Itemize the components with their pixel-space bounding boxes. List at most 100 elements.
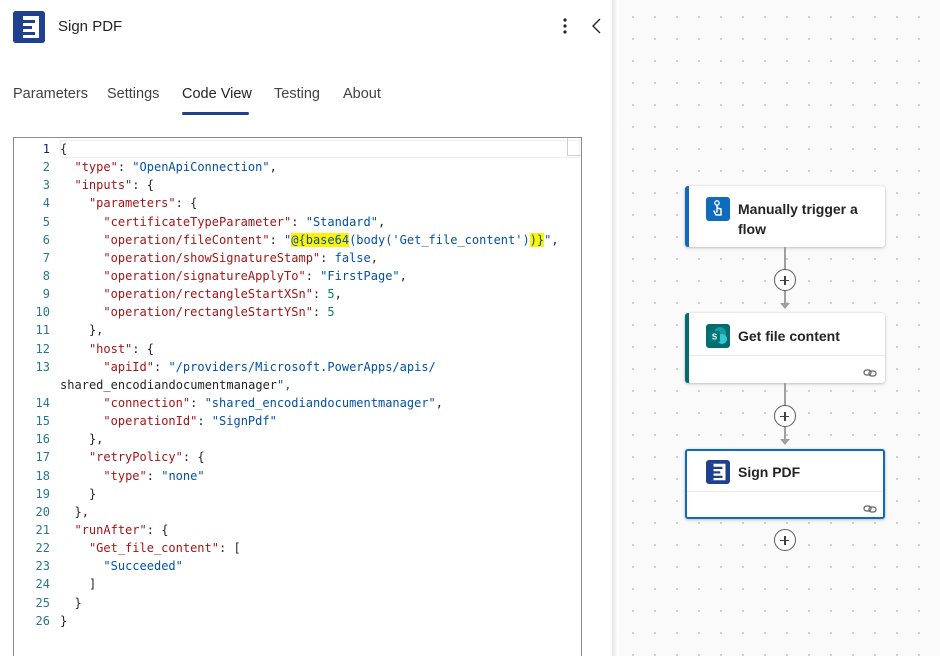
code-line: 4 "parameters": { — [14, 194, 569, 212]
active-tab-indicator — [182, 112, 249, 115]
line-number: 15 — [35, 414, 50, 429]
tab-settings[interactable]: Settings — [107, 86, 159, 102]
code-text: shared_encodiandocumentmanager", — [60, 377, 292, 392]
code-line: 9 "operation/rectangleStartXSn": 5, — [14, 285, 569, 303]
connector-line — [784, 247, 786, 270]
code-text: "operationId": "SignPdf" — [103, 414, 277, 429]
code-line: 26} — [14, 612, 569, 630]
line-number: 18 — [35, 468, 50, 483]
line-number: 20 — [35, 504, 50, 519]
flow-card-sign-pdf[interactable]: Sign PDF — [685, 449, 885, 519]
plus-circle-icon[interactable] — [774, 405, 796, 427]
plus-circle-icon[interactable] — [774, 529, 796, 551]
code-text: "Get_file_content": [ — [88, 541, 241, 556]
code-line: 10 "operation/rectangleStartYSn": 5 — [14, 303, 569, 321]
sharepoint-icon: S — [706, 324, 730, 348]
line-number: 10 — [35, 305, 50, 320]
code-editor[interactable]: 1{2 "type": "OpenApiConnection", 3 "input… — [13, 137, 582, 656]
code-text: } — [88, 486, 97, 501]
code-line: 19 } — [14, 485, 569, 503]
line-number: 8 — [42, 268, 50, 283]
tab-about[interactable]: About — [343, 86, 381, 102]
line-number: 16 — [35, 432, 50, 447]
line-number: 25 — [35, 595, 50, 610]
editor-scrollbar[interactable] — [567, 138, 581, 156]
card-accent — [685, 313, 689, 383]
card-title: Sign PDF — [738, 464, 801, 480]
code-line: 24 ] — [14, 575, 569, 593]
code-line: 5 "certificateTypeParameter": "Standard"… — [14, 213, 569, 231]
code-text: "host": { — [88, 341, 154, 356]
line-number: 26 — [35, 613, 50, 628]
line-number: 7 — [42, 250, 50, 265]
code-text: "operation/fileContent": "@{base64(body(… — [103, 232, 559, 247]
line-number: 5 — [42, 214, 50, 229]
line-number: 22 — [35, 541, 50, 556]
line-number: 23 — [35, 559, 50, 574]
code-line: 16 }, — [14, 430, 569, 448]
code-line: 2 "type": "OpenApiConnection", — [14, 158, 569, 176]
more-vertical-icon — [563, 18, 567, 34]
line-number: 21 — [35, 522, 50, 537]
line-number: 6 — [42, 232, 50, 247]
code-line: 7 "operation/showSignatureStamp": false, — [14, 249, 569, 267]
tab-testing[interactable]: Testing — [274, 86, 320, 102]
code-line: 6 "operation/fileContent": "@{base64(bod… — [14, 231, 569, 249]
code-text: } — [60, 613, 68, 628]
card-title: Get file content — [738, 328, 840, 344]
code-text: "type": "none" — [103, 468, 205, 483]
line-number: 3 — [42, 178, 50, 193]
code-text: "certificateTypeParameter": "Standard", — [103, 214, 386, 229]
code-text: "connection": "shared_encodiandocumentma… — [103, 395, 443, 410]
code-line: 25 } — [14, 594, 569, 612]
plus-circle-icon[interactable] — [774, 269, 796, 291]
code-text: "operation/showSignatureStamp": false, — [103, 250, 378, 265]
encodian-logo-icon — [706, 460, 730, 484]
code-line: 20 }, — [14, 503, 569, 521]
tab-code-view[interactable]: Code View — [182, 86, 252, 102]
line-number: 12 — [35, 341, 50, 356]
connector-line — [784, 383, 786, 406]
code-text: }, — [88, 323, 104, 338]
code-text: "parameters": { — [88, 196, 198, 211]
line-number: 2 — [42, 160, 50, 175]
code-line: 21 "runAfter": { — [14, 521, 569, 539]
card-divider — [689, 355, 885, 356]
code-line: 12 "host": { — [14, 340, 569, 358]
tab-parameters[interactable]: Parameters — [13, 86, 88, 102]
code-text: "operation/rectangleStartXSn": 5, — [103, 287, 342, 302]
code-text: "operation/signatureApplyTo": "FirstPage… — [103, 268, 407, 283]
card-divider — [687, 491, 883, 492]
code-text: "operation/rectangleStartYSn": 5 — [103, 305, 335, 320]
code-text: } — [74, 595, 82, 610]
encodian-logo-icon — [13, 11, 45, 43]
code-line: 18 "type": "none" — [14, 467, 569, 485]
flow-designer-canvas[interactable]: Manually trigger a flow S Get file conte… — [618, 0, 940, 656]
code-text: "type": "OpenApiConnection", — [74, 160, 277, 175]
line-number: 9 — [42, 287, 50, 302]
flow-card-trigger[interactable]: Manually trigger a flow — [685, 186, 885, 247]
link-icon — [863, 501, 877, 513]
touch-trigger-icon — [706, 197, 730, 221]
code-text: ] — [88, 577, 97, 592]
link-icon — [863, 365, 877, 377]
code-line: 17 "retryPolicy": { — [14, 448, 569, 466]
code-text: "retryPolicy": { — [88, 450, 205, 465]
code-content: 1{2 "type": "OpenApiConnection", 3 "input… — [14, 140, 569, 630]
flow-card-get-file-content[interactable]: S Get file content — [685, 313, 885, 383]
code-text: "Succeeded" — [103, 559, 183, 574]
code-text: }, — [88, 432, 104, 447]
panel-title: Sign PDF — [58, 18, 123, 35]
arrow-down-icon — [780, 303, 790, 309]
code-line: 14 "connection": "shared_encodiandocumen… — [14, 394, 569, 412]
line-number: 11 — [35, 323, 50, 338]
collapse-panel-button[interactable] — [589, 14, 605, 38]
code-line: 13 "apiId": "/providers/Microsoft.PowerA… — [14, 358, 569, 376]
more-options-button[interactable] — [557, 14, 573, 38]
code-line: 1{ — [14, 140, 569, 158]
line-number: 19 — [35, 486, 50, 501]
code-line: shared_encodiandocumentmanager", — [14, 376, 569, 394]
code-line: 3 "inputs": { — [14, 176, 569, 194]
line-number: 13 — [35, 359, 50, 374]
chevron-left-icon — [592, 18, 601, 34]
